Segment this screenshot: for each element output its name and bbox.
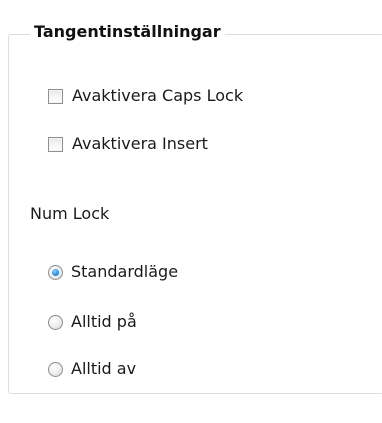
key-settings-panel: Tangentinställningar Avaktivera Caps Loc… xyxy=(0,0,382,423)
numlock-standard-radio[interactable]: Standardläge xyxy=(48,262,178,282)
radio-button[interactable] xyxy=(48,314,63,330)
checkbox-box[interactable] xyxy=(48,88,63,104)
numlock-always-off-radio[interactable]: Alltid av xyxy=(48,359,136,379)
radio-button[interactable] xyxy=(48,361,63,377)
checkbox-box[interactable] xyxy=(48,136,63,152)
radio-label: Alltid på xyxy=(71,312,137,331)
numlock-always-on-radio[interactable]: Alltid på xyxy=(48,312,137,332)
num-lock-label: Num Lock xyxy=(30,204,110,223)
group-title: Tangentinställningar xyxy=(30,22,225,42)
disable-caps-lock-checkbox[interactable]: Avaktivera Caps Lock xyxy=(48,86,243,106)
disable-insert-checkbox[interactable]: Avaktivera Insert xyxy=(48,134,208,154)
radio-label: Alltid av xyxy=(71,359,137,378)
radio-label: Standardläge xyxy=(71,262,179,281)
radio-button[interactable] xyxy=(48,264,63,280)
checkbox-label: Avaktivera Caps Lock xyxy=(72,86,244,105)
checkbox-label: Avaktivera Insert xyxy=(72,134,208,153)
